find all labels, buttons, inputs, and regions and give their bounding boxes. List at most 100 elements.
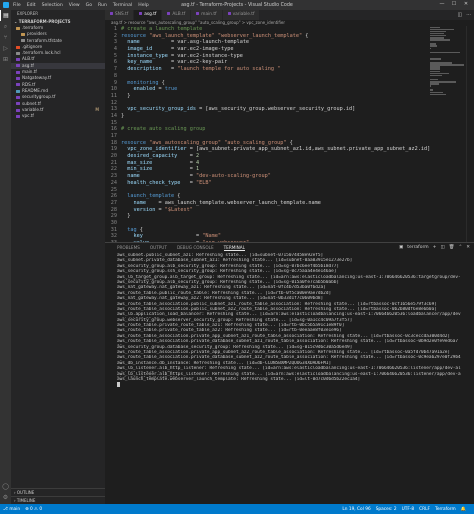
panel-tab-debug-console[interactable]: DEBUG CONSOLE (177, 245, 214, 250)
code-line[interactable]: 1 # create a launch template (105, 26, 430, 33)
code-line[interactable]: 5 instance_type = var.ec2-instance-type (105, 53, 430, 60)
menu-item-file[interactable]: File (13, 3, 21, 8)
close-panel-icon[interactable]: ✕ (466, 245, 470, 250)
code-line[interactable]: 30 (105, 220, 430, 227)
status-item[interactable]: UTF-8 (402, 507, 415, 512)
terminal-line: aws_route_table_association.private_data… (117, 339, 458, 345)
code-editor[interactable]: 1 # create a launch template 2 resource "aw… (105, 26, 430, 242)
code-line[interactable]: 17 (105, 133, 430, 140)
close-button[interactable]: ✕ (460, 1, 472, 7)
menu-item-edit[interactable]: Edit (27, 3, 36, 8)
code-line[interactable]: 9 monitoring { (105, 80, 430, 87)
minimap[interactable] (430, 26, 466, 96)
terminal-line: aws_lb.application_load_balancer: Refres… (117, 312, 461, 318)
code-line[interactable]: 7 description = "launch temple for auto … (105, 66, 430, 73)
status-item[interactable]: CRLF (419, 507, 430, 512)
outline-label: OUTLINE (16, 490, 35, 495)
search-icon[interactable]: ⌕ (0, 21, 11, 32)
terminal-cursor (117, 382, 120, 388)
settings-gear-icon[interactable]: ⚙ (0, 492, 11, 503)
explorer-icon[interactable]: ▤ (0, 10, 11, 21)
file-tree-item[interactable]: vpc.tf (11, 113, 105, 119)
menu-item-run[interactable]: Run (98, 3, 107, 8)
editor-tab[interactable]: ALB.tf (162, 10, 192, 20)
code-line[interactable]: 6 key_name = var.ec2-key-pair (105, 59, 430, 66)
more-actions-icon[interactable]: ··· (466, 12, 471, 18)
code-text: vpc_security_group_ids = [aws_security_g… (127, 106, 356, 113)
code-line[interactable]: 21 max_size = 4 (105, 160, 430, 167)
code-line[interactable]: 25 (105, 187, 430, 194)
extensions-icon[interactable]: ⊞ (0, 54, 11, 65)
code-line[interactable]: 29 } (105, 213, 430, 220)
code-line[interactable]: 14} (105, 113, 430, 120)
status-item[interactable]: Spaces: 2 (376, 507, 397, 512)
code-text: } (121, 92, 131, 99)
code-line[interactable]: 32 key = "Name" (105, 233, 430, 240)
code-text: tag { (127, 226, 143, 233)
status-item[interactable]: Terraform (435, 507, 456, 512)
code-line[interactable]: 27 name = aws_launch_template.webserver_… (105, 200, 430, 207)
minimize-button[interactable]: — (436, 1, 448, 7)
editor-tab[interactable]: asg.tf (134, 10, 163, 20)
code-text: desired_capacity = 2 (127, 153, 200, 160)
code-line[interactable]: 18 resource "aws_autoscaling_group" "auto… (105, 140, 430, 147)
code-line[interactable]: 10 enabled = true (105, 86, 430, 93)
split-editor-icon[interactable]: ◫ (457, 12, 462, 18)
maximize-button[interactable]: ☐ (448, 1, 460, 7)
menu-item-selection[interactable]: Selection (42, 3, 63, 8)
menu-item-terminal[interactable]: Terminal (113, 3, 132, 8)
line-number: 25 (110, 186, 117, 193)
terraform-file-icon (227, 12, 231, 15)
bottom-panel: PROBLEMS OUTPUT DEBUG CONSOLE TERMINAL ▣ te… (105, 242, 474, 504)
status-item[interactable]: Ln 19, Col 96 (342, 507, 370, 512)
code-line[interactable]: 4 image_id = var.ec2-image-type (105, 46, 430, 53)
code-line[interactable]: 12 (105, 100, 430, 107)
code-text: image_id = var.ec2-image-type (127, 46, 234, 53)
account-icon[interactable]: ◯ (0, 481, 11, 492)
menu-item-go[interactable]: Go (86, 3, 92, 8)
tf-file-icon (16, 83, 20, 87)
menu-item-view[interactable]: View (69, 3, 80, 8)
code-line[interactable]: 13 vpc_security_group_ids = [aws_securit… (105, 106, 430, 113)
editor-tab[interactable]: main.tf (191, 10, 223, 20)
menu-item-help[interactable]: Help (138, 3, 148, 8)
line-number: 21 (110, 159, 117, 166)
code-line[interactable]: 8 (105, 73, 430, 80)
status-item[interactable]: 🔔 (461, 507, 466, 512)
line-number: 20 (110, 153, 117, 160)
timeline-section[interactable]: › TIMELINE (11, 496, 105, 503)
code-line[interactable]: 22 min_size = 1 (105, 166, 430, 173)
status-item[interactable]: ⊗ 0 ⚠ 0 (25, 507, 42, 512)
code-line[interactable]: 24 health_check_type = "ELB" (105, 180, 430, 187)
code-line[interactable]: 16 # create auto scaling group (105, 126, 430, 133)
code-line[interactable]: 2 resource "aws_launch_template" "webserv… (105, 33, 430, 40)
editor-tab[interactable]: SNS.tf (105, 10, 135, 20)
terminal-output[interactable]: aws_subnet.public_subnet_az1: Refreshing… (105, 252, 474, 388)
code-line[interactable]: 11 } (105, 93, 430, 100)
panel-tab-problems[interactable]: PROBLEMS (117, 245, 140, 250)
editor-scrollbar[interactable] (466, 26, 472, 242)
outline-section[interactable]: › OUTLINE (11, 488, 105, 495)
code-line[interactable]: 20 desired_capacity = 2 (105, 153, 430, 160)
code-line[interactable]: 23 name = "dev-auto-scaling-group" (105, 173, 430, 180)
maximize-panel-icon[interactable]: ⌃ (458, 245, 462, 250)
code-line[interactable]: 28 version = "$Latest" (105, 207, 430, 214)
terminal-prompt[interactable] (117, 382, 462, 388)
code-line[interactable]: 15 (105, 120, 430, 127)
editor-tab[interactable]: variable.tf (222, 10, 261, 20)
panel-tab-output[interactable]: OUTPUT (150, 245, 167, 250)
minimap-line (430, 85, 431, 87)
code-line[interactable]: 31 tag { (105, 227, 430, 234)
run-debug-icon[interactable]: ▷ (0, 43, 11, 54)
status-item[interactable]: ⎇ main (3, 507, 20, 512)
new-terminal-icon[interactable]: + (433, 245, 437, 250)
source-control-icon[interactable]: ⑂ (0, 32, 11, 43)
project-root[interactable]: ⌄ TERRAFORM-PROJECTS (11, 18, 105, 25)
code-line[interactable]: 3 name = var.asg-launch-template (105, 39, 430, 46)
terminal-name[interactable]: terraform (407, 245, 428, 250)
split-terminal-icon[interactable]: ◫ (440, 245, 444, 250)
trash-icon[interactable]: 🗑 (449, 245, 455, 250)
panel-tab-terminal[interactable]: TERMINAL (223, 245, 245, 251)
code-line[interactable]: 26 launch_template { (105, 193, 430, 200)
code-line[interactable]: 19 vpc_zone_identifier = [aws_subnet.pri… (105, 146, 430, 153)
